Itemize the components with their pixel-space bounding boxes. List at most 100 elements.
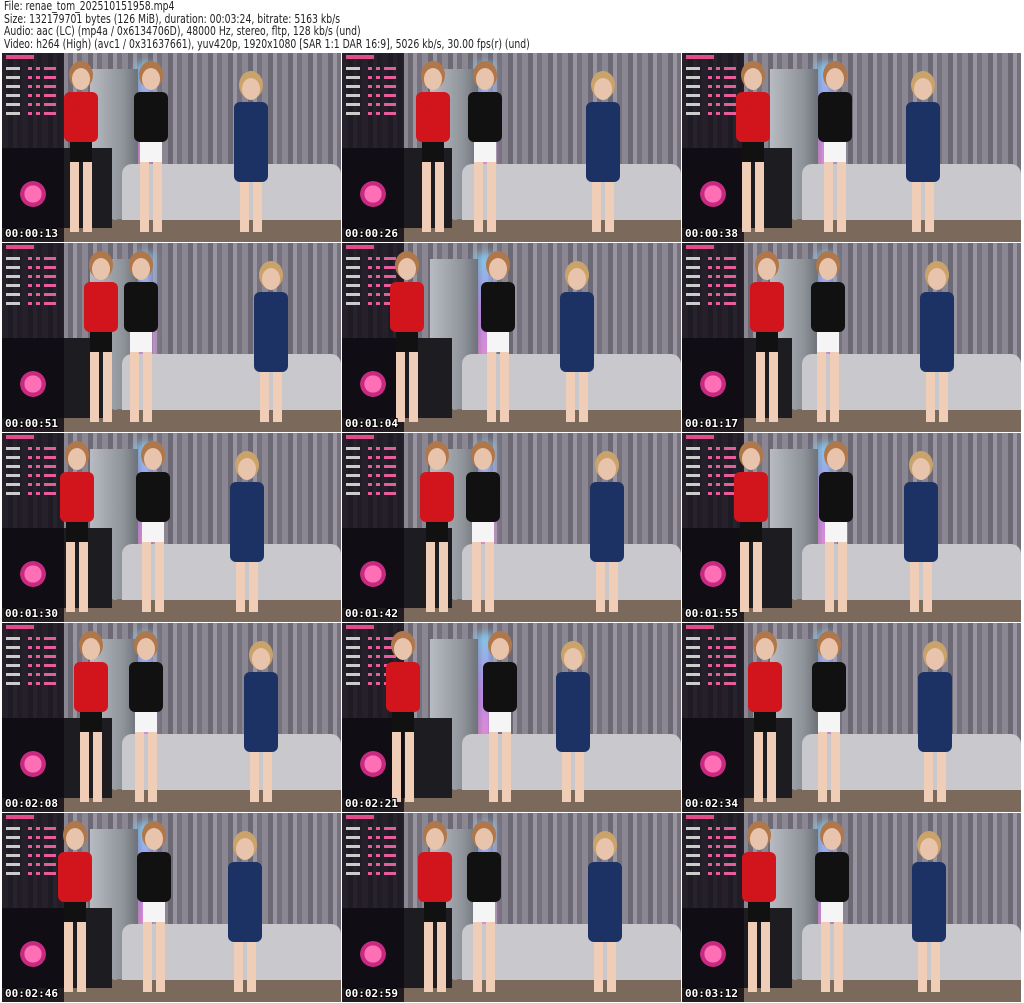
video-thumbnail[interactable]: 00:02:08 — [2, 623, 341, 812]
video-thumbnail[interactable]: 00:01:04 — [342, 243, 681, 432]
video-thumbnail[interactable]: 00:01:30 — [2, 433, 341, 622]
person-figure — [746, 638, 784, 802]
video-thumbnail[interactable]: 00:00:51 — [2, 243, 341, 432]
video-thumbnail[interactable]: 00:02:46 — [2, 813, 341, 1002]
person-figure — [584, 78, 622, 232]
flower-graphic — [358, 558, 388, 598]
person-figure — [748, 258, 786, 422]
timestamp: 00:01:17 — [685, 417, 738, 430]
video-thumbnail[interactable]: 00:00:13 — [2, 53, 341, 242]
stream-overlay-panel — [682, 623, 744, 812]
person-figure — [586, 838, 624, 992]
timestamp: 00:02:21 — [345, 797, 398, 810]
person-figure — [904, 78, 942, 232]
person-figure — [740, 828, 778, 992]
stream-overlay-panel — [2, 53, 64, 242]
person-figure — [481, 638, 519, 802]
video-thumbnail[interactable]: 00:02:59 — [342, 813, 681, 1002]
overlay-logo — [686, 435, 714, 439]
video-thumbnail[interactable]: 00:01:17 — [682, 243, 1021, 432]
video-thumbnail[interactable]: 00:02:34 — [682, 623, 1021, 812]
thumbnail-grid: 00:00:13 00:00:26 00:00:38 00:00:51 00:0… — [2, 53, 1022, 1003]
timestamp: 00:02:59 — [345, 987, 398, 1000]
person-figure — [56, 828, 94, 992]
video-thumbnail[interactable]: 00:00:26 — [342, 53, 681, 242]
overlay-logo — [686, 245, 714, 249]
timestamp: 00:03:12 — [685, 987, 738, 1000]
timestamp: 00:02:08 — [5, 797, 58, 810]
timestamp: 00:01:55 — [685, 607, 738, 620]
person-figure — [465, 828, 503, 992]
stream-overlay-panel — [682, 813, 744, 1002]
flower-graphic — [698, 368, 728, 408]
person-figure — [416, 828, 454, 992]
person-figure — [58, 448, 96, 612]
video-thumbnail[interactable]: 00:01:55 — [682, 433, 1021, 622]
file-name: File: renae_tom_202510151958.mp4 — [4, 0, 175, 13]
flower-graphic — [18, 558, 48, 598]
video-info: Video: h264 (High) (avc1 / 0x31637661), … — [4, 36, 530, 51]
person-figure — [902, 458, 940, 612]
overlay-logo — [346, 245, 374, 249]
person-figure — [127, 638, 165, 802]
person-figure — [72, 638, 110, 802]
timestamp: 00:02:46 — [5, 987, 58, 1000]
overlay-logo — [346, 55, 374, 59]
person-figure — [135, 828, 173, 992]
timestamp: 00:01:04 — [345, 417, 398, 430]
person-figure — [132, 68, 170, 232]
flower-graphic — [358, 938, 388, 978]
stream-overlay-panel — [2, 813, 64, 1002]
person-figure — [464, 448, 502, 612]
video-thumbnail[interactable]: 00:01:42 — [342, 433, 681, 622]
stream-overlay-panel — [2, 623, 64, 812]
timestamp: 00:01:30 — [5, 607, 58, 620]
stream-overlay-panel — [2, 243, 64, 432]
video-thumbnail[interactable]: 00:03:12 — [682, 813, 1021, 1002]
person-figure — [554, 648, 592, 802]
person-figure — [384, 638, 422, 802]
person-figure — [918, 268, 956, 422]
person-figure — [232, 78, 270, 232]
person-figure — [418, 448, 456, 612]
person-figure — [466, 68, 504, 232]
flower-graphic — [18, 748, 48, 788]
stream-overlay-panel — [2, 433, 64, 622]
timestamp: 00:00:38 — [685, 227, 738, 240]
flower-graphic — [698, 748, 728, 788]
person-figure — [816, 68, 854, 232]
person-figure — [809, 258, 847, 422]
overlay-logo — [6, 435, 34, 439]
person-figure — [62, 68, 100, 232]
flower-graphic — [698, 938, 728, 978]
person-figure — [242, 648, 280, 802]
person-figure — [813, 828, 851, 992]
timestamp: 00:02:34 — [685, 797, 738, 810]
file-info-header: File: renae_tom_202510151958.mp4 Size: 1… — [4, 0, 530, 50]
overlay-logo — [346, 625, 374, 629]
person-figure — [558, 268, 596, 422]
video-thumbnail[interactable]: 00:00:38 — [682, 53, 1021, 242]
person-figure — [228, 458, 266, 612]
flower-graphic — [18, 938, 48, 978]
timestamp: 00:00:13 — [5, 227, 58, 240]
timestamp: 00:00:26 — [345, 227, 398, 240]
person-figure — [910, 838, 948, 992]
overlay-logo — [346, 435, 374, 439]
person-figure — [810, 638, 848, 802]
person-figure — [479, 258, 517, 422]
video-thumbnail[interactable]: 00:02:21 — [342, 623, 681, 812]
person-figure — [588, 458, 626, 612]
person-figure — [82, 258, 120, 422]
person-figure — [732, 448, 770, 612]
flower-graphic — [18, 368, 48, 408]
overlay-logo — [686, 55, 714, 59]
overlay-logo — [346, 815, 374, 819]
person-figure — [916, 648, 954, 802]
overlay-logo — [6, 55, 34, 59]
overlay-logo — [6, 625, 34, 629]
flower-graphic — [358, 368, 388, 408]
person-figure — [734, 68, 772, 232]
overlay-logo — [6, 815, 34, 819]
person-figure — [817, 448, 855, 612]
